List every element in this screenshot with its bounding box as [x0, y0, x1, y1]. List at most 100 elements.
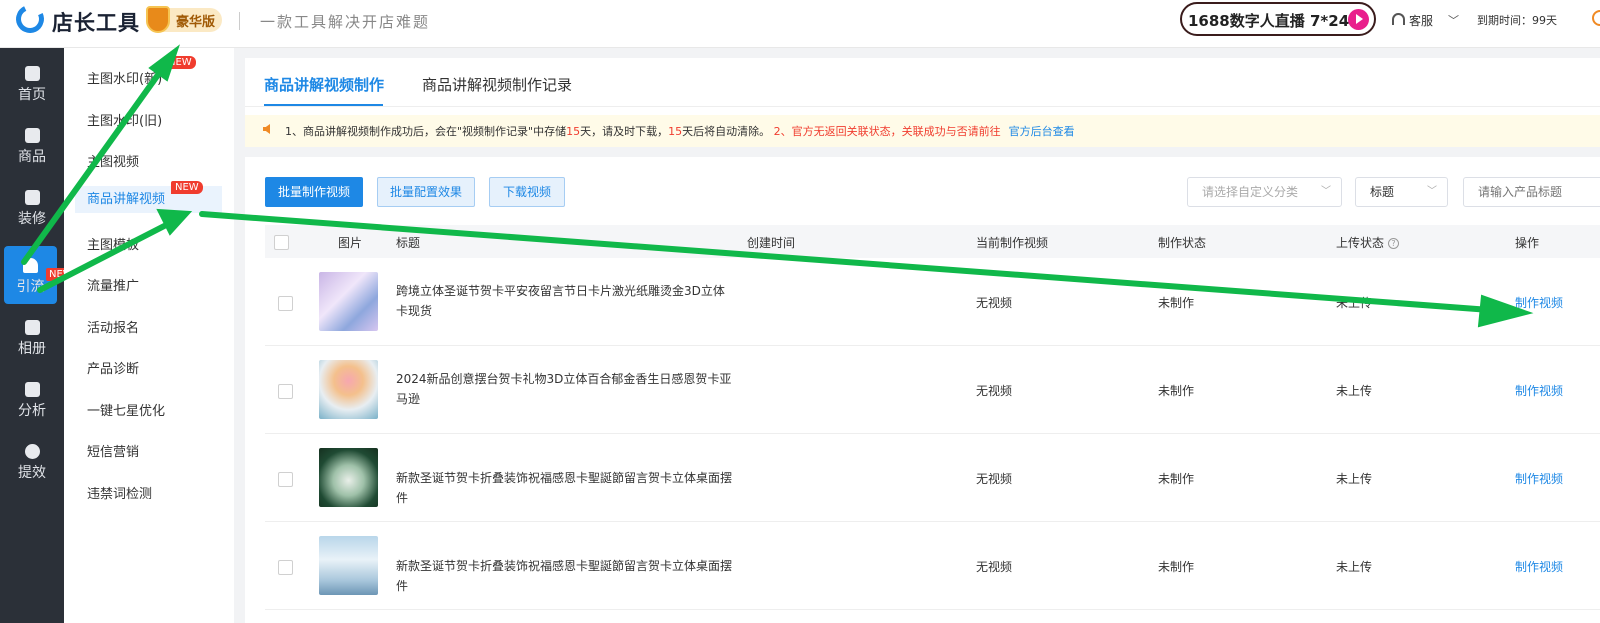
nav-item-label: 提效: [18, 465, 46, 481]
row-checkbox[interactable]: [278, 560, 293, 575]
download-video-button[interactable]: 下载视频: [489, 177, 565, 207]
home-icon: [24, 66, 40, 81]
submenu-item-traffic-promo[interactable]: 流量推广: [87, 275, 139, 294]
submenu-item-watermark-old[interactable]: 主图水印(旧): [87, 110, 162, 129]
col-actions: 操作: [1515, 236, 1540, 250]
nav-item-label: 首页: [18, 87, 46, 103]
make-video-link[interactable]: 制作视频: [1515, 382, 1563, 399]
table-header: 图片 标题 创建时间 当前制作视频 制作状态 上传状态? 操作: [265, 225, 1600, 258]
product-title: 跨境立体圣诞节贺卡平安夜留言节日卡片激光纸雕烫金3D立体卡现货: [396, 284, 725, 318]
col-title: 标题: [396, 236, 421, 250]
nav-item-label: 分析: [18, 403, 46, 419]
help-icon[interactable]: ?: [1388, 238, 1400, 249]
upload-status: 未上传: [1336, 472, 1373, 486]
chart-icon: [24, 382, 40, 397]
headset-icon[interactable]: [1392, 13, 1405, 25]
product-title-search-input[interactable]: [1463, 177, 1600, 207]
album-icon: [24, 320, 40, 335]
clock-icon: [24, 444, 40, 459]
nav-item-label: 相册: [18, 341, 46, 357]
submenu-item-diagnosis[interactable]: 产品诊断: [87, 358, 139, 377]
submenu-item-main-video[interactable]: 主图视频: [87, 151, 139, 170]
customer-service-link[interactable]: 客服: [1409, 12, 1433, 29]
edition-label: 豪华版: [176, 15, 216, 30]
upload-status: 未上传: [1336, 560, 1373, 574]
product-thumbnail: [319, 448, 378, 507]
category-select-placeholder: 请选择自定义分类: [1202, 185, 1299, 199]
batch-make-video-button[interactable]: 批量制作视频: [265, 177, 363, 207]
nav-item-home[interactable]: 首页: [0, 54, 64, 112]
chevron-down-icon[interactable]: ﹀: [1448, 12, 1459, 28]
product-title: 新款圣诞节贺卡折叠装饰祝福感恩卡聖誕節留言贺卡立体桌面摆件: [396, 471, 733, 505]
table-row: 跨境立体圣诞节贺卡平安夜留言节日卡片激光纸雕烫金3D立体卡现货 无视频 未制作 …: [265, 258, 1600, 346]
current-video: 无视频: [976, 384, 1013, 398]
submenu-item-sms[interactable]: 短信营销: [87, 441, 139, 460]
nav-item-analysis[interactable]: 分析: [0, 370, 64, 428]
header-divider: [239, 12, 240, 30]
table-row: 新款圣诞节贺卡折叠装饰祝福感恩卡聖誕節留言贺卡立体桌面摆件 无视频 未制作 未上…: [265, 522, 1600, 610]
field-select-value: 标题: [1370, 185, 1395, 199]
play-icon: [1348, 9, 1369, 30]
product-title: 2024新品创意摆台贺卡礼物3D立体百合郁金香生日感恩贺卡亚马逊: [396, 372, 732, 406]
speaker-icon: [263, 124, 270, 134]
official-backend-link[interactable]: 官方后台查看: [1009, 125, 1075, 138]
main-panel: 商品讲解视频制作 商品讲解视频制作记录 1、商品讲解视频制作成功后，会在"视频制…: [245, 58, 1600, 623]
nav-item-goods[interactable]: 商品: [0, 116, 64, 174]
category-select[interactable]: 请选择自定义分类 ﹀: [1187, 177, 1342, 207]
tab-make-video[interactable]: 商品讲解视频制作: [264, 74, 384, 95]
submenu-item-activity[interactable]: 活动报名: [87, 317, 139, 336]
live-banner-label: 1688数字人直播 7*24h: [1188, 12, 1360, 30]
top-bar: 店长工具 豪华版 一款工具解决开店难题 1688数字人直播 7*24h 客服 ﹀…: [0, 0, 1600, 48]
secondary-menu: 主图水印(新) NEW 主图水印(旧) 主图视频 商品讲解视频 NEW 主图模板…: [64, 48, 234, 623]
submenu-item-main-template[interactable]: 主图模板: [87, 234, 139, 253]
submenu-item-banned-words[interactable]: 违禁词检测: [87, 483, 152, 502]
make-status: 未制作: [1158, 472, 1195, 486]
row-checkbox[interactable]: [278, 384, 293, 399]
app-name: 店长工具: [52, 11, 140, 35]
col-upload-status: 上传状态?: [1336, 234, 1400, 251]
col-current-video: 当前制作视频: [976, 236, 1049, 250]
new-badge: NEW: [171, 181, 203, 194]
nav-item-label: 商品: [18, 149, 46, 165]
traffic-icon: [23, 258, 38, 273]
make-status: 未制作: [1158, 560, 1195, 574]
make-video-link[interactable]: 制作视频: [1515, 470, 1563, 487]
product-thumbnail: [319, 360, 378, 419]
make-status: 未制作: [1158, 384, 1195, 398]
row-checkbox[interactable]: [278, 296, 293, 311]
nav-item-album[interactable]: 相册: [0, 308, 64, 366]
tools-icon: [24, 190, 40, 205]
batch-config-button[interactable]: 批量配置效果: [377, 177, 475, 207]
select-all-checkbox[interactable]: [274, 235, 289, 250]
tabs-divider: [245, 106, 1600, 107]
section-gap: [245, 147, 1600, 157]
col-created: 创建时间: [747, 236, 796, 250]
chevron-down-icon: ﹀: [1321, 186, 1331, 197]
row-checkbox[interactable]: [278, 472, 293, 487]
col-image: 图片: [338, 236, 363, 250]
nav-item-efficiency[interactable]: 提效: [0, 432, 64, 490]
edition-badge: 豪华版: [146, 6, 222, 33]
product-title: 新款圣诞节贺卡折叠装饰祝福感恩卡聖誕節留言贺卡立体桌面摆件: [396, 559, 733, 593]
primary-nav: 首页 商品 装修 引流 相册 分析 提效: [0, 48, 64, 623]
make-video-link[interactable]: 制作视频: [1515, 294, 1563, 311]
slogan: 一款工具解决开店难题: [260, 13, 431, 31]
current-video: 无视频: [976, 296, 1013, 310]
tab-video-records[interactable]: 商品讲解视频制作记录: [422, 74, 572, 95]
goods-icon: [24, 128, 40, 143]
notice-text: 1、商品讲解视频制作成功后，会在"视频制作记录"中存储15天，请及时下载，15天…: [285, 125, 1075, 138]
chevron-down-icon: ﹀: [1427, 186, 1437, 197]
product-thumbnail: [319, 272, 378, 331]
crown-shield-icon: [146, 6, 170, 33]
make-video-link[interactable]: 制作视频: [1515, 558, 1563, 575]
logo-icon: [12, 1, 48, 37]
submenu-item-watermark-new[interactable]: 主图水印(新): [87, 68, 162, 87]
live-banner-button[interactable]: 1688数字人直播 7*24h: [1180, 2, 1376, 36]
field-select[interactable]: 标题 ﹀: [1355, 177, 1448, 207]
col-make-status: 制作状态: [1158, 236, 1207, 250]
nav-item-decorate[interactable]: 装修: [0, 178, 64, 236]
user-avatar-icon[interactable]: [1592, 10, 1600, 26]
submenu-item-seven-star[interactable]: 一键七星优化: [87, 400, 165, 419]
new-badge: NEW: [164, 56, 196, 69]
expire-info: 到期时间：99天: [1477, 14, 1557, 27]
